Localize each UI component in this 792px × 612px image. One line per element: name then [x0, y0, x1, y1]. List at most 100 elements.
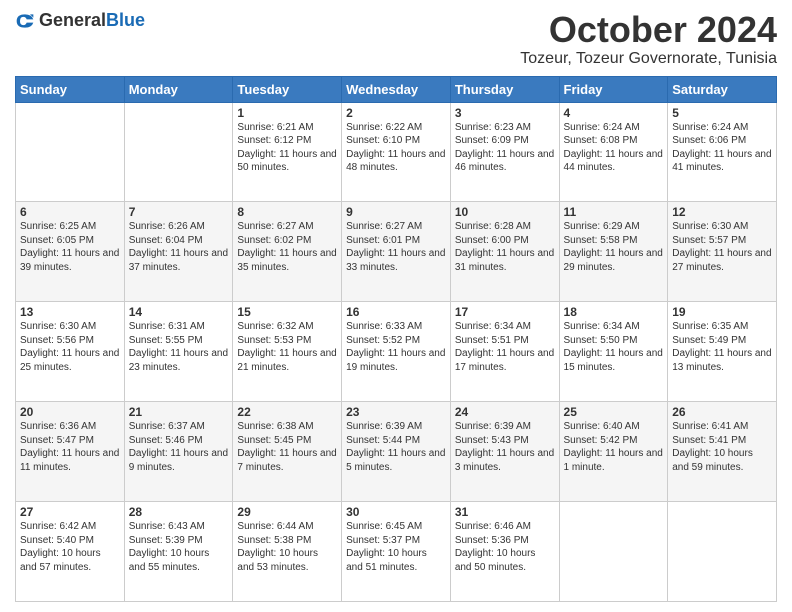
day-info: Sunrise: 6:32 AM Sunset: 5:53 PM Dayligh… — [237, 320, 337, 374]
calendar-cell: 4Sunrise: 6:24 AM Sunset: 6:08 PM Daylig… — [559, 102, 668, 202]
calendar-cell: 29Sunrise: 6:44 AM Sunset: 5:38 PM Dayli… — [233, 502, 342, 602]
day-info: Sunrise: 6:33 AM Sunset: 5:52 PM Dayligh… — [346, 320, 446, 374]
day-number: 28 — [129, 505, 229, 519]
calendar-cell: 22Sunrise: 6:38 AM Sunset: 5:45 PM Dayli… — [233, 402, 342, 502]
day-of-week-header: Sunday — [16, 76, 125, 102]
calendar-cell: 9Sunrise: 6:27 AM Sunset: 6:01 PM Daylig… — [342, 202, 451, 302]
calendar-cell: 3Sunrise: 6:23 AM Sunset: 6:09 PM Daylig… — [450, 102, 559, 202]
day-number: 12 — [672, 205, 772, 219]
day-number: 26 — [672, 405, 772, 419]
calendar-cell — [124, 102, 233, 202]
day-info: Sunrise: 6:28 AM Sunset: 6:00 PM Dayligh… — [455, 220, 555, 274]
calendar-cell: 14Sunrise: 6:31 AM Sunset: 5:55 PM Dayli… — [124, 302, 233, 402]
day-number: 21 — [129, 405, 229, 419]
day-info: Sunrise: 6:41 AM Sunset: 5:41 PM Dayligh… — [672, 420, 772, 474]
day-info: Sunrise: 6:40 AM Sunset: 5:42 PM Dayligh… — [564, 420, 664, 474]
calendar-cell: 11Sunrise: 6:29 AM Sunset: 5:58 PM Dayli… — [559, 202, 668, 302]
day-info: Sunrise: 6:24 AM Sunset: 6:08 PM Dayligh… — [564, 121, 664, 175]
day-number: 13 — [20, 305, 120, 319]
logo: GeneralBlue — [15, 10, 145, 31]
calendar-cell: 24Sunrise: 6:39 AM Sunset: 5:43 PM Dayli… — [450, 402, 559, 502]
location-title: Tozeur, Tozeur Governorate, Tunisia — [520, 50, 777, 68]
calendar-cell: 27Sunrise: 6:42 AM Sunset: 5:40 PM Dayli… — [16, 502, 125, 602]
day-info: Sunrise: 6:23 AM Sunset: 6:09 PM Dayligh… — [455, 121, 555, 175]
calendar-body: 1Sunrise: 6:21 AM Sunset: 6:12 PM Daylig… — [16, 102, 777, 601]
calendar-week-row: 20Sunrise: 6:36 AM Sunset: 5:47 PM Dayli… — [16, 402, 777, 502]
day-info: Sunrise: 6:26 AM Sunset: 6:04 PM Dayligh… — [129, 220, 229, 274]
month-title: October 2024 — [520, 10, 777, 50]
calendar-cell: 31Sunrise: 6:46 AM Sunset: 5:36 PM Dayli… — [450, 502, 559, 602]
calendar-cell: 20Sunrise: 6:36 AM Sunset: 5:47 PM Dayli… — [16, 402, 125, 502]
day-number: 8 — [237, 205, 337, 219]
calendar-cell: 5Sunrise: 6:24 AM Sunset: 6:06 PM Daylig… — [668, 102, 777, 202]
calendar-cell: 26Sunrise: 6:41 AM Sunset: 5:41 PM Dayli… — [668, 402, 777, 502]
day-info: Sunrise: 6:22 AM Sunset: 6:10 PM Dayligh… — [346, 121, 446, 175]
calendar-cell: 8Sunrise: 6:27 AM Sunset: 6:02 PM Daylig… — [233, 202, 342, 302]
day-of-week-header: Tuesday — [233, 76, 342, 102]
calendar-cell — [16, 102, 125, 202]
day-number: 15 — [237, 305, 337, 319]
day-number: 7 — [129, 205, 229, 219]
calendar-cell: 2Sunrise: 6:22 AM Sunset: 6:10 PM Daylig… — [342, 102, 451, 202]
day-info: Sunrise: 6:25 AM Sunset: 6:05 PM Dayligh… — [20, 220, 120, 274]
calendar-cell: 23Sunrise: 6:39 AM Sunset: 5:44 PM Dayli… — [342, 402, 451, 502]
day-info: Sunrise: 6:34 AM Sunset: 5:50 PM Dayligh… — [564, 320, 664, 374]
day-info: Sunrise: 6:29 AM Sunset: 5:58 PM Dayligh… — [564, 220, 664, 274]
calendar-cell: 17Sunrise: 6:34 AM Sunset: 5:51 PM Dayli… — [450, 302, 559, 402]
day-of-week-header: Friday — [559, 76, 668, 102]
calendar-week-row: 6Sunrise: 6:25 AM Sunset: 6:05 PM Daylig… — [16, 202, 777, 302]
calendar-cell: 25Sunrise: 6:40 AM Sunset: 5:42 PM Dayli… — [559, 402, 668, 502]
day-number: 24 — [455, 405, 555, 419]
calendar-cell: 1Sunrise: 6:21 AM Sunset: 6:12 PM Daylig… — [233, 102, 342, 202]
calendar-week-row: 13Sunrise: 6:30 AM Sunset: 5:56 PM Dayli… — [16, 302, 777, 402]
calendar-cell: 19Sunrise: 6:35 AM Sunset: 5:49 PM Dayli… — [668, 302, 777, 402]
day-of-week-header: Wednesday — [342, 76, 451, 102]
day-number: 10 — [455, 205, 555, 219]
calendar-header-row: SundayMondayTuesdayWednesdayThursdayFrid… — [16, 76, 777, 102]
day-of-week-header: Saturday — [668, 76, 777, 102]
day-number: 22 — [237, 405, 337, 419]
day-number: 20 — [20, 405, 120, 419]
day-info: Sunrise: 6:38 AM Sunset: 5:45 PM Dayligh… — [237, 420, 337, 474]
day-number: 3 — [455, 106, 555, 120]
day-number: 16 — [346, 305, 446, 319]
calendar-week-row: 1Sunrise: 6:21 AM Sunset: 6:12 PM Daylig… — [16, 102, 777, 202]
day-number: 11 — [564, 205, 664, 219]
day-number: 2 — [346, 106, 446, 120]
calendar-week-row: 27Sunrise: 6:42 AM Sunset: 5:40 PM Dayli… — [16, 502, 777, 602]
header-right: October 2024 Tozeur, Tozeur Governorate,… — [520, 10, 777, 68]
day-info: Sunrise: 6:37 AM Sunset: 5:46 PM Dayligh… — [129, 420, 229, 474]
day-of-week-header: Monday — [124, 76, 233, 102]
day-of-week-header: Thursday — [450, 76, 559, 102]
day-info: Sunrise: 6:45 AM Sunset: 5:37 PM Dayligh… — [346, 520, 446, 574]
day-number: 29 — [237, 505, 337, 519]
day-number: 27 — [20, 505, 120, 519]
calendar-cell: 18Sunrise: 6:34 AM Sunset: 5:50 PM Dayli… — [559, 302, 668, 402]
calendar-cell: 10Sunrise: 6:28 AM Sunset: 6:00 PM Dayli… — [450, 202, 559, 302]
calendar-cell: 7Sunrise: 6:26 AM Sunset: 6:04 PM Daylig… — [124, 202, 233, 302]
calendar-cell: 13Sunrise: 6:30 AM Sunset: 5:56 PM Dayli… — [16, 302, 125, 402]
day-info: Sunrise: 6:21 AM Sunset: 6:12 PM Dayligh… — [237, 121, 337, 175]
calendar-cell: 6Sunrise: 6:25 AM Sunset: 6:05 PM Daylig… — [16, 202, 125, 302]
day-number: 18 — [564, 305, 664, 319]
logo-general: General — [39, 10, 106, 30]
day-number: 5 — [672, 106, 772, 120]
day-info: Sunrise: 6:36 AM Sunset: 5:47 PM Dayligh… — [20, 420, 120, 474]
day-number: 23 — [346, 405, 446, 419]
day-number: 6 — [20, 205, 120, 219]
day-number: 1 — [237, 106, 337, 120]
calendar: SundayMondayTuesdayWednesdayThursdayFrid… — [15, 76, 777, 602]
calendar-cell: 15Sunrise: 6:32 AM Sunset: 5:53 PM Dayli… — [233, 302, 342, 402]
calendar-cell — [559, 502, 668, 602]
logo-icon — [15, 11, 35, 31]
day-number: 25 — [564, 405, 664, 419]
day-number: 9 — [346, 205, 446, 219]
calendar-cell: 16Sunrise: 6:33 AM Sunset: 5:52 PM Dayli… — [342, 302, 451, 402]
day-info: Sunrise: 6:27 AM Sunset: 6:01 PM Dayligh… — [346, 220, 446, 274]
day-number: 17 — [455, 305, 555, 319]
day-info: Sunrise: 6:42 AM Sunset: 5:40 PM Dayligh… — [20, 520, 120, 574]
day-info: Sunrise: 6:30 AM Sunset: 5:56 PM Dayligh… — [20, 320, 120, 374]
day-info: Sunrise: 6:43 AM Sunset: 5:39 PM Dayligh… — [129, 520, 229, 574]
day-info: Sunrise: 6:44 AM Sunset: 5:38 PM Dayligh… — [237, 520, 337, 574]
calendar-cell — [668, 502, 777, 602]
